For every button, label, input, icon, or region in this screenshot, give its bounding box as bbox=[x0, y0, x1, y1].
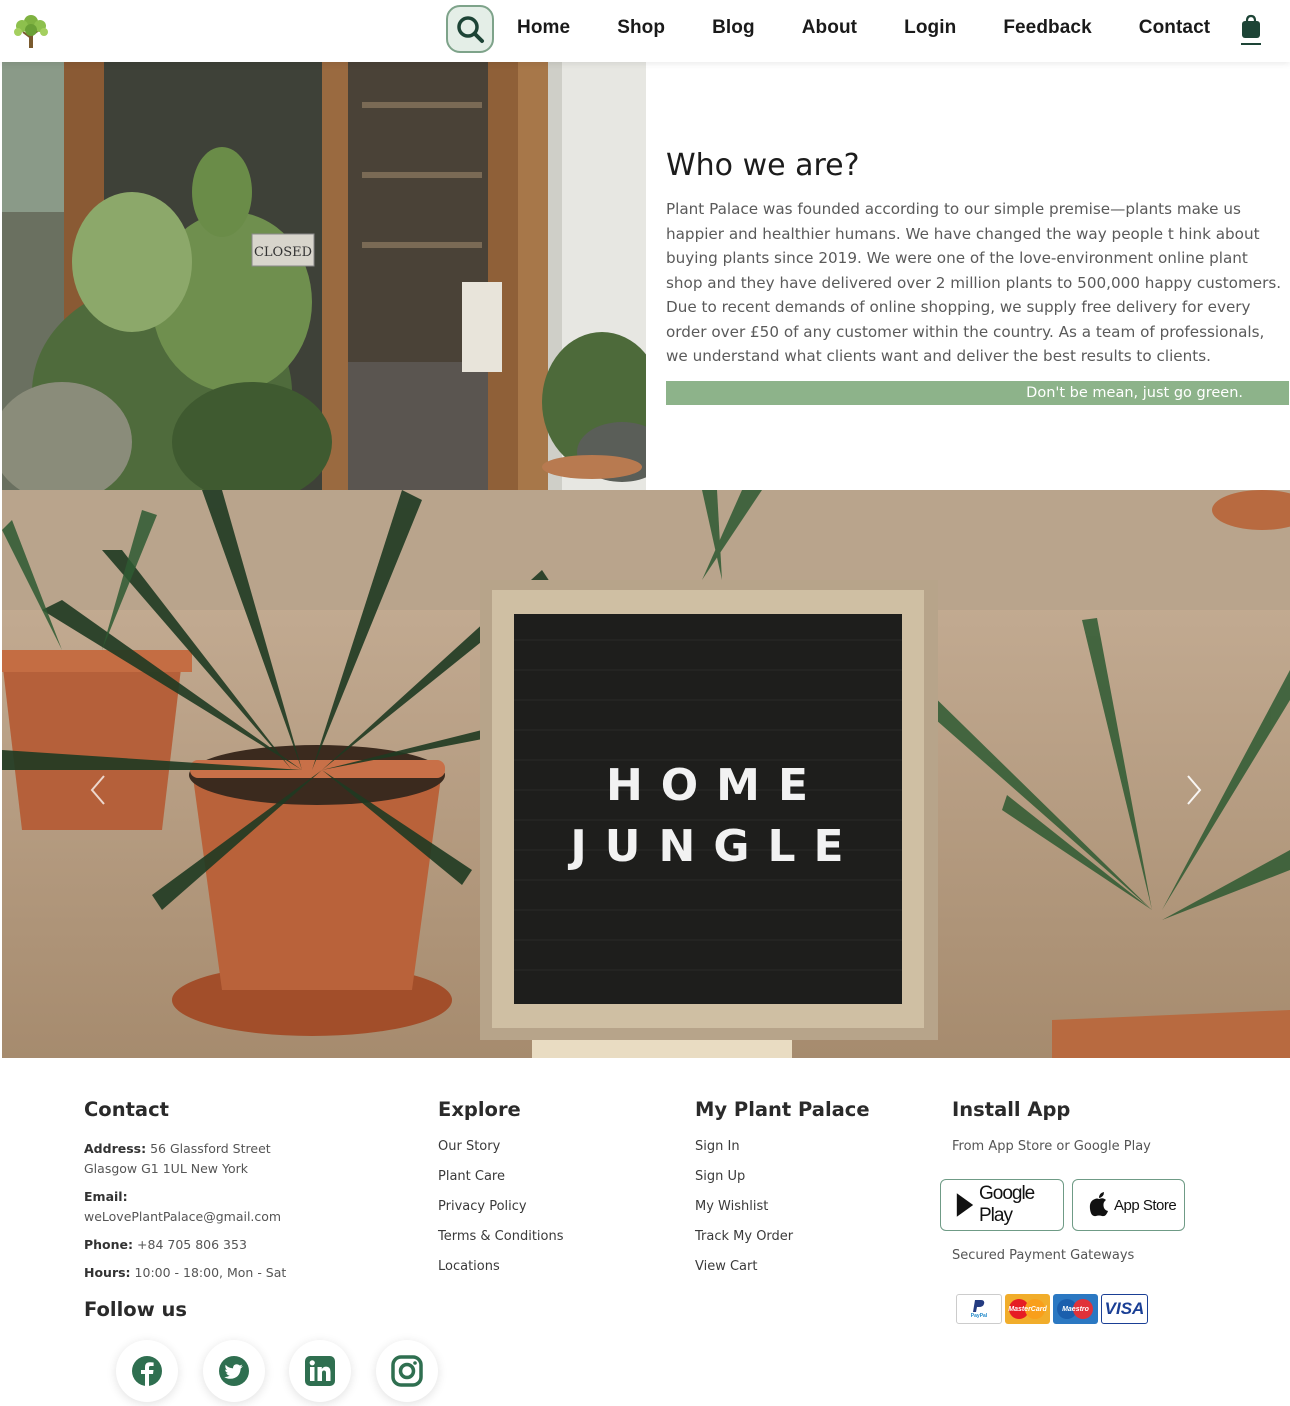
contact-hours: Hours: 10:00 - 18:00, Mon - Sat bbox=[84, 1265, 287, 1280]
contact-address: Address: 56 Glassford Street Glasgow G1 … bbox=[84, 1141, 271, 1176]
apple-icon bbox=[1089, 1192, 1108, 1217]
link-our-story[interactable]: Our Story bbox=[438, 1139, 564, 1169]
site-header: Home Shop Blog About Login Feedback Cont… bbox=[0, 0, 1290, 62]
search-button[interactable] bbox=[446, 5, 494, 53]
search-icon bbox=[457, 16, 484, 43]
facebook-icon bbox=[132, 1356, 162, 1386]
link-locations[interactable]: Locations bbox=[438, 1259, 564, 1289]
google-play-button[interactable]: Google Play bbox=[940, 1179, 1064, 1231]
shopping-bag-icon[interactable] bbox=[1240, 13, 1262, 47]
payment-badges: PayPal MasterCard Maestro VISA bbox=[956, 1294, 1148, 1324]
my-plant-palace-heading: My Plant Palace bbox=[695, 1098, 870, 1121]
paypal-badge: PayPal bbox=[956, 1294, 1002, 1324]
explore-heading: Explore bbox=[438, 1098, 521, 1121]
board-line-home: HOME bbox=[605, 760, 827, 811]
mastercard-badge: MasterCard bbox=[1005, 1294, 1050, 1324]
tree-logo-icon[interactable] bbox=[10, 12, 52, 50]
facebook-button[interactable] bbox=[116, 1340, 178, 1402]
contact-email: Email: weLovePlantPalace@gmail.com bbox=[84, 1189, 282, 1224]
chevron-left-icon bbox=[90, 775, 105, 805]
link-terms-conditions[interactable]: Terms & Conditions bbox=[438, 1229, 564, 1259]
app-store-button[interactable]: App Store bbox=[1072, 1179, 1185, 1231]
site-footer: Contact Address: 56 Glassford Street Gla… bbox=[0, 1058, 1290, 1406]
letter-board-text: HOME JUNGLE bbox=[514, 758, 900, 880]
chevron-right-icon bbox=[1187, 775, 1202, 805]
footer-explore: Explore Our Story Plant Care Privacy Pol… bbox=[438, 1098, 564, 1289]
install-subtitle: From App Store or Google Play bbox=[952, 1139, 1151, 1154]
slider-next-button[interactable] bbox=[1182, 772, 1206, 808]
follow-us-heading: Follow us bbox=[84, 1298, 187, 1321]
instagram-button[interactable] bbox=[376, 1340, 438, 1402]
contact-heading: Contact bbox=[84, 1098, 169, 1121]
about-title: Who we are? bbox=[666, 148, 860, 183]
nav-shop[interactable]: Shop bbox=[617, 17, 665, 39]
nav-blog[interactable]: Blog bbox=[712, 17, 755, 39]
about-paragraph: Plant Palace was founded according to ou… bbox=[666, 200, 1282, 365]
nav-feedback[interactable]: Feedback bbox=[1003, 17, 1091, 39]
footer-contact: Contact Address: 56 Glassford Street Gla… bbox=[84, 1098, 324, 1291]
slider-prev-button[interactable] bbox=[86, 772, 110, 808]
maestro-badge: Maestro bbox=[1053, 1294, 1098, 1324]
main-nav: Home Shop Blog About Login Feedback Cont… bbox=[517, 0, 1210, 55]
instagram-icon bbox=[391, 1355, 423, 1387]
twitter-icon bbox=[219, 1356, 249, 1386]
about-content: Who we are? Plant Palace was founded acc… bbox=[666, 148, 1290, 369]
link-sign-up[interactable]: Sign Up bbox=[695, 1169, 870, 1199]
closed-sign: CLOSED bbox=[254, 245, 312, 260]
shopfront-photo: CLOSED bbox=[2, 62, 646, 490]
twitter-button[interactable] bbox=[203, 1340, 265, 1402]
link-privacy-policy[interactable]: Privacy Policy bbox=[438, 1199, 564, 1229]
play-triangle-icon bbox=[956, 1193, 974, 1217]
nav-home[interactable]: Home bbox=[517, 17, 570, 39]
nav-about[interactable]: About bbox=[802, 17, 857, 39]
payment-gateways-label: Secured Payment Gateways bbox=[952, 1248, 1135, 1263]
paypal-icon bbox=[973, 1300, 985, 1312]
link-track-order[interactable]: Track My Order bbox=[695, 1229, 870, 1259]
link-view-cart[interactable]: View Cart bbox=[695, 1259, 870, 1289]
footer-account: My Plant Palace Sign In Sign Up My Wishl… bbox=[695, 1098, 870, 1289]
board-line-jungle: JUNGLE bbox=[570, 821, 862, 872]
link-sign-in[interactable]: Sign In bbox=[695, 1139, 870, 1169]
slogan-banner: Don't be mean, just go green. bbox=[666, 381, 1289, 405]
nav-contact[interactable]: Contact bbox=[1139, 17, 1210, 39]
linkedin-button[interactable] bbox=[289, 1340, 351, 1402]
link-my-wishlist[interactable]: My Wishlist bbox=[695, 1199, 870, 1229]
contact-phone: Phone: +84 705 806 353 bbox=[84, 1237, 247, 1252]
footer-install-app: Install App From App Store or Google Pla… bbox=[952, 1098, 1151, 1154]
install-app-heading: Install App bbox=[952, 1098, 1071, 1121]
linkedin-icon bbox=[305, 1356, 335, 1386]
link-plant-care[interactable]: Plant Care bbox=[438, 1169, 564, 1199]
visa-badge: VISA bbox=[1101, 1294, 1148, 1324]
nav-login[interactable]: Login bbox=[904, 17, 956, 39]
